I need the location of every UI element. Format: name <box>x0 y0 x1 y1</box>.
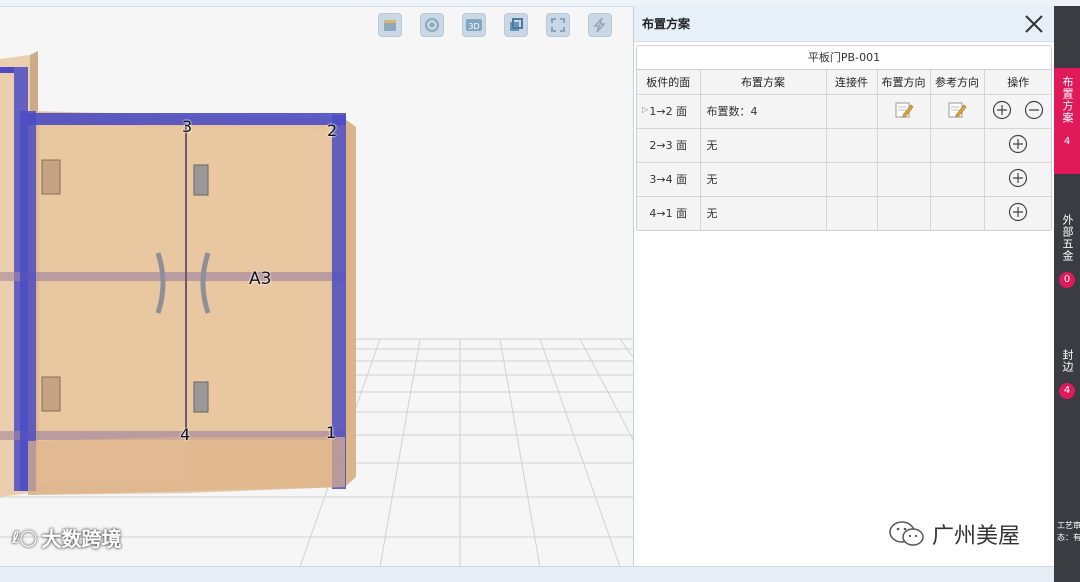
add-icon[interactable] <box>1008 202 1028 222</box>
cabinet-icon[interactable] <box>378 13 402 37</box>
scheme-cell: 无 <box>700 162 827 197</box>
lightning-icon[interactable] <box>588 13 612 37</box>
watermark-right-text: 广州美屋 <box>932 524 1021 549</box>
col-header-reference: 参考方向 <box>930 70 985 95</box>
right-sidebar: 布置方案 4 外部五金 0 封边 4 工艺审核状态：有改动 <box>1054 6 1080 582</box>
col-header-actions: 操作 <box>984 70 1051 95</box>
watermark-left: ℓ◯ 大数跨境 <box>12 523 121 552</box>
col-header-scheme: 布置方案 <box>700 70 827 95</box>
panel-header: 布置方案 <box>634 6 1054 42</box>
corner-label-3: 3 <box>182 117 193 136</box>
table-row[interactable]: 3→4 面 无 <box>637 162 1051 197</box>
face-label: 1→2 面 <box>649 105 688 118</box>
watermark-logo-icon: ℓ◯ <box>12 528 38 547</box>
sidebar-tab-count: 4 <box>1063 136 1071 147</box>
close-icon <box>1025 14 1043 33</box>
table-header-row: 板件的面 布置方案 连接件 布置方向 参考方向 操作 <box>637 70 1051 95</box>
close-button[interactable] <box>1022 12 1046 36</box>
face-label: 3→4 面 <box>637 162 701 197</box>
scheme-cell: 布置数：4 <box>700 94 827 129</box>
layout-scheme-panel: 布置方案 平板门PB-001 板件的面 布置方案 连接件 布置方向 参考方向 操… <box>633 6 1054 566</box>
sidebar-tab-count: 0 <box>1059 272 1075 288</box>
cabinet-scene <box>0 51 633 566</box>
review-status: 工艺审核状态：有改动 <box>1057 521 1080 542</box>
remove-icon[interactable] <box>1024 100 1044 120</box>
col-header-direction: 布置方向 <box>877 70 931 95</box>
scheme-table: 板件的面 布置方案 连接件 布置方向 参考方向 操作 ▷ 1→2 面 布置数：4… <box>637 70 1051 230</box>
face-label: 2→3 面 <box>637 128 701 163</box>
table-row[interactable]: 4→1 面 无 <box>637 196 1051 230</box>
3d-view-icon[interactable]: 3D <box>462 13 486 37</box>
scheme-cell: 无 <box>700 128 827 163</box>
scheme-cell: 无 <box>700 196 827 230</box>
connector-cell <box>826 128 878 163</box>
corner-label-2: 2 <box>327 121 338 140</box>
layers-icon[interactable] <box>504 13 528 37</box>
add-icon[interactable] <box>992 100 1012 120</box>
panel-title: 布置方案 <box>642 17 691 31</box>
viewport-toolbar: 3D <box>378 13 612 37</box>
add-icon[interactable] <box>1008 134 1028 154</box>
expand-row-icon[interactable]: ▷ <box>642 105 648 114</box>
watermark-left-text: 大数跨境 <box>41 527 122 551</box>
add-icon[interactable] <box>1008 168 1028 188</box>
3d-viewport[interactable]: 3D 3 2 A3 4 1 ℓ◯ 大数跨境 <box>0 6 633 566</box>
sidebar-tab-label: 封边 <box>1061 349 1074 373</box>
scheme-table-wrap: 平板门PB-001 板件的面 布置方案 连接件 布置方向 参考方向 操作 ▷ 1… <box>636 45 1052 231</box>
fit-screen-icon[interactable] <box>546 13 570 37</box>
face-label: 4→1 面 <box>637 196 701 230</box>
col-header-connector: 连接件 <box>826 70 878 95</box>
connector-cell <box>826 162 878 197</box>
status-strip <box>0 566 1054 582</box>
watermark-right: 广州美屋 <box>888 518 1020 550</box>
col-header-face: 板件的面 <box>637 70 701 95</box>
table-caption: 平板门PB-001 <box>637 46 1051 70</box>
panel-id-label: A3 <box>249 269 272 289</box>
sidebar-tab-label: 外部五金 <box>1061 214 1074 262</box>
wechat-icon <box>889 521 924 546</box>
table-row[interactable]: 2→3 面 无 <box>637 128 1051 163</box>
sidebar-tab-label: 布置方案 <box>1061 76 1074 124</box>
connector-cell <box>826 196 878 230</box>
edit-reference-icon[interactable] <box>947 101 967 119</box>
corner-label-4: 4 <box>180 425 191 444</box>
edit-direction-icon[interactable] <box>894 101 914 119</box>
target-icon[interactable] <box>420 13 444 37</box>
sidebar-tab-count: 4 <box>1059 383 1075 399</box>
sidebar-tab-edge-banding[interactable]: 封边 4 <box>1054 341 1080 411</box>
sidebar-tab-layout[interactable]: 布置方案 4 <box>1054 68 1080 174</box>
corner-label-1: 1 <box>326 423 337 442</box>
svg-text:3D: 3D <box>468 22 479 31</box>
connector-cell <box>826 94 878 129</box>
sidebar-tab-hardware[interactable]: 外部五金 0 <box>1054 206 1080 296</box>
table-row[interactable]: ▷ 1→2 面 布置数：4 <box>637 94 1051 129</box>
